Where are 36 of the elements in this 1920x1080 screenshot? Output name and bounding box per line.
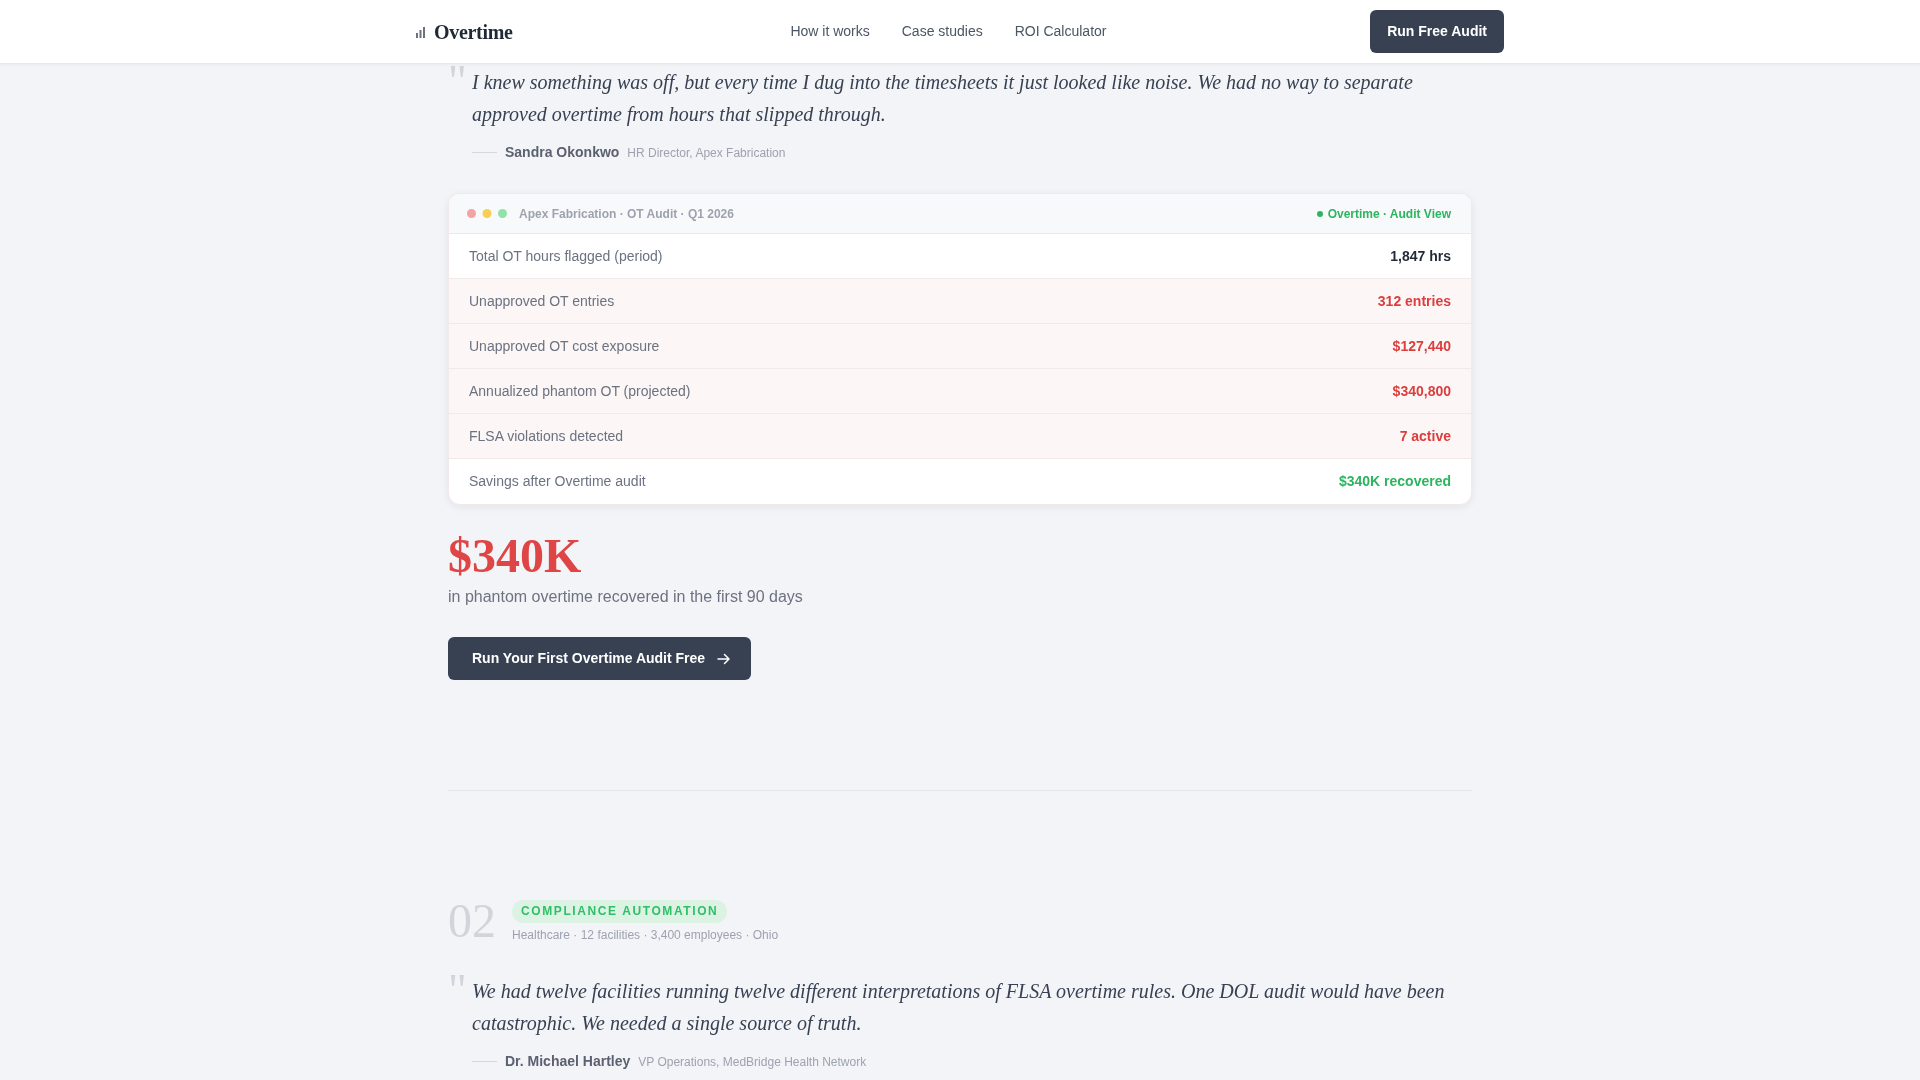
company-details: Healthcare · 12 facilities · 3,400 employees · Ohio bbox=[512, 926, 779, 943]
metric-label: Savings after Overtime audit bbox=[469, 472, 646, 491]
nav-link[interactable]: How it works bbox=[790, 21, 870, 42]
metric-value: $340,800 bbox=[1392, 381, 1451, 401]
metric-label: Total OT hours flagged (period) bbox=[469, 246, 663, 266]
testimonial-quote: We had twelve facilities running twelve different interpretations of FLSA overtime rules. One DOL audit would have been catastrophic. We needed a single source of truth. bbox=[472, 979, 1446, 1037]
window-controls-icon bbox=[467, 209, 507, 218]
bar-chart-icon bbox=[416, 25, 426, 38]
nav-link[interactable]: Case studies bbox=[901, 21, 983, 42]
metric-value: $127,440 bbox=[1392, 336, 1451, 356]
metric-value: 7 active bbox=[1399, 426, 1451, 446]
headline-stat: $340K bbox=[448, 528, 583, 584]
author-name: Sandra Okonkwo bbox=[505, 143, 620, 162]
author-role: HR Director, Apex Fabrication bbox=[627, 144, 786, 162]
metric-label: Unapproved OT cost exposure bbox=[469, 336, 660, 356]
arrow-right-icon bbox=[717, 652, 732, 665]
metric-value: 312 entries bbox=[1377, 291, 1451, 311]
metric-value: 1,847 hrs bbox=[1390, 246, 1451, 266]
testimonial-quote: I knew something was off, but every time I dug into the timesheets it just looked like noise. We had no way to separate approved overtime from hours that slipped through. bbox=[472, 70, 1414, 128]
author-name: Dr. Michael Hartley bbox=[505, 1052, 631, 1071]
nav-link[interactable]: ROI Calculator bbox=[1014, 21, 1107, 42]
metric-label: FLSA violations detected bbox=[469, 426, 624, 446]
metric-value: $340K recovered bbox=[1338, 472, 1451, 491]
category-tag: COMPLIANCE AUTOMATION bbox=[512, 899, 728, 923]
stat-caption: in phantom overtime recovered in the first 90 days bbox=[448, 587, 804, 607]
author-role: VP Operations, MedBridge Health Network bbox=[638, 1053, 867, 1071]
brand-name[interactable]: Overtime bbox=[434, 16, 513, 47]
run-audit-button[interactable]: Run Free Audit bbox=[1370, 10, 1504, 53]
card-status: Overtime · Audit View bbox=[1327, 205, 1451, 223]
card-title: Apex Fabrication · OT Audit · Q1 2026 bbox=[519, 205, 734, 223]
status-dot-icon bbox=[1316, 210, 1323, 217]
start-audit-button[interactable]: Run Your First Overtime Audit Free bbox=[448, 637, 752, 680]
metric-label: Annualized phantom OT (projected) bbox=[469, 381, 691, 401]
metric-label: Unapproved OT entries bbox=[469, 291, 615, 311]
quote-mark: " bbox=[448, 66, 468, 90]
quote-mark: " bbox=[448, 975, 468, 999]
